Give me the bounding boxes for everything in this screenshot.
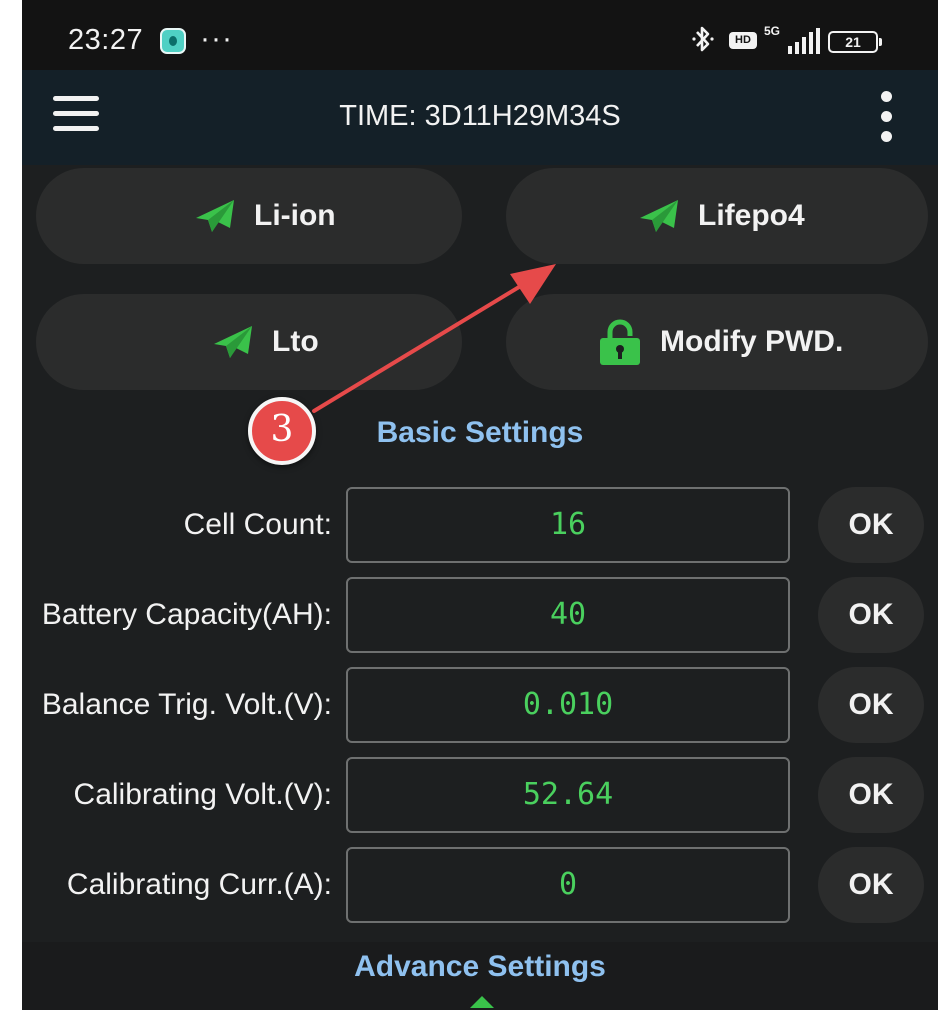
- hd-icon: HD: [729, 32, 757, 49]
- calibrating-volt-ok-button[interactable]: OK: [818, 757, 924, 833]
- calibrating-volt-input[interactable]: 52.64: [346, 757, 790, 833]
- calibrating-curr-ok-button[interactable]: OK: [818, 847, 924, 923]
- balance-trig-volt-label: Balance Trig. Volt.(V):: [41, 688, 332, 721]
- signal-icon: [786, 28, 820, 54]
- bluetooth-icon: [692, 26, 714, 52]
- basic-settings-title: Basic Settings: [376, 416, 584, 449]
- modify-pwd-label: Modify PWD.: [660, 325, 844, 358]
- network-type-label: 5G: [764, 24, 781, 38]
- lto-button[interactable]: Lto: [36, 294, 462, 390]
- li-ion-button[interactable]: Li-ion: [36, 168, 462, 264]
- phone-screen: 23:27 ··· HD 5G 21 TIME: 3D11H29M34S Li-…: [22, 0, 938, 1010]
- battery-level: 21: [845, 34, 861, 50]
- balance-trig-volt-input[interactable]: 0.010: [346, 667, 790, 743]
- status-bar: 23:27 ··· HD 5G 21: [22, 0, 938, 70]
- more-notifications-icon: ···: [200, 22, 233, 55]
- modify-pwd-button[interactable]: Modify PWD.: [506, 294, 928, 390]
- padlock-icon: [600, 319, 640, 365]
- balance-trig-volt-ok-button[interactable]: OK: [818, 667, 924, 743]
- status-time: 23:27: [68, 24, 144, 56]
- lifepo4-button[interactable]: Lifepo4: [506, 168, 928, 264]
- cell-count-input[interactable]: 16: [346, 487, 790, 563]
- paper-plane-icon: [640, 200, 678, 232]
- calibrating-curr-input[interactable]: 0: [346, 847, 790, 923]
- li-ion-label: Li-ion: [254, 199, 336, 232]
- calibrating-curr-label: Calibrating Curr.(A):: [66, 868, 332, 901]
- app-notification-icon: [160, 28, 186, 54]
- runtime-title: TIME: 3D11H29M34S: [339, 100, 621, 132]
- battery-capacity-ok-button[interactable]: OK: [818, 577, 924, 653]
- lifepo4-label: Lifepo4: [698, 199, 805, 232]
- more-vertical-icon[interactable]: [878, 90, 896, 144]
- calibrating-volt-label: Calibrating Volt.(V):: [73, 778, 332, 811]
- advance-settings-title[interactable]: Advance Settings: [22, 950, 938, 984]
- paper-plane-icon: [196, 200, 234, 232]
- battery-capacity-input[interactable]: 40: [346, 577, 790, 653]
- lto-label: Lto: [272, 325, 319, 358]
- battery-icon: 21: [828, 31, 882, 53]
- cell-count-label: Cell Count:: [183, 508, 332, 541]
- app-bar: TIME: 3D11H29M34S: [22, 70, 938, 165]
- paper-plane-icon: [214, 326, 252, 358]
- step-number-badge: 3: [248, 397, 316, 465]
- battery-capacity-label: Battery Capacity(AH):: [41, 598, 332, 631]
- expand-arrow-icon[interactable]: [468, 994, 496, 1010]
- cell-count-ok-button[interactable]: OK: [818, 487, 924, 563]
